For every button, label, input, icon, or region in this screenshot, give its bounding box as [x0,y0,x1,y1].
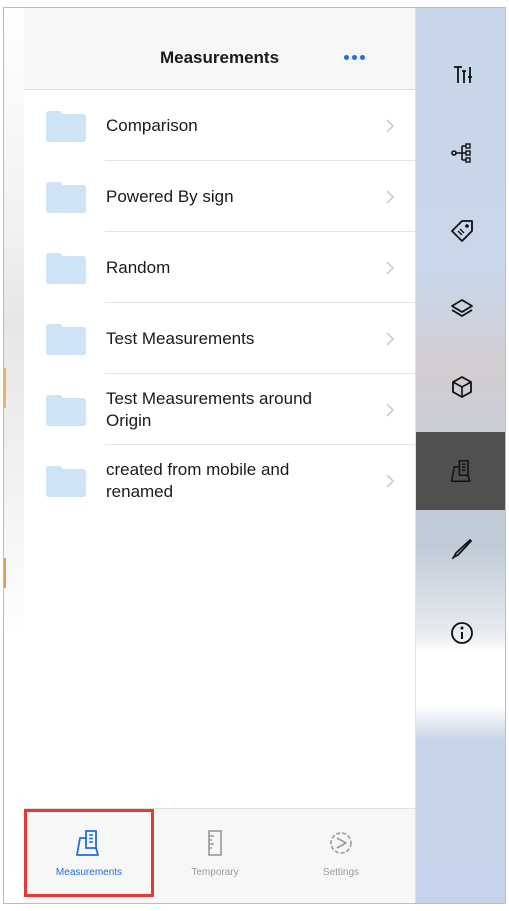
cube-icon [451,376,472,398]
folder-list: Comparison Powered By sign Random Test M… [24,90,415,516]
tab-label: Temporary [191,867,239,878]
list-item[interactable]: Random [24,232,415,303]
tab-temporary[interactable]: Temporary [152,809,278,903]
tree-icon [450,143,471,163]
folder-name: Test Measurements around Origin [106,388,312,430]
list-item[interactable]: created from mobile and renamed [24,445,415,516]
info-button[interactable] [416,594,505,672]
background-map-strip [4,8,24,903]
chevron-right-icon [386,402,395,417]
pen-icon [451,539,472,560]
filter-sort-icon [453,66,472,83]
chevron-right-icon [386,260,395,275]
chevron-right-icon [386,189,395,204]
folder-name: Test Measurements [106,328,255,348]
folder-icon [46,110,86,142]
more-dot-icon [359,54,365,60]
folder-name: Comparison [106,115,198,135]
folder-icon [46,394,86,426]
more-dot-icon [351,54,357,60]
measurements-panel: Measurements Comparison Powered By sign … [24,8,416,903]
layers-button[interactable] [416,270,505,348]
measurements-toolbar-button[interactable] [416,432,505,510]
chevron-right-icon [386,331,395,346]
folder-icon [46,252,86,284]
right-toolbar [416,8,505,903]
list-item[interactable]: Powered By sign [24,161,415,232]
tab-label: Settings [322,867,360,878]
pen-button[interactable] [416,510,505,588]
tab-label: Measurements [55,867,123,878]
tag-button[interactable] [416,192,505,270]
tab-measurements[interactable]: Measurements [26,809,152,903]
folder-name: created from mobile and renamed [106,459,290,501]
bottom-tab-bar: Measurements Temporary Settings [24,808,415,903]
folder-icon [46,465,86,497]
layers-icon [450,299,473,317]
more-options-button[interactable] [337,46,371,68]
cube-button[interactable] [416,348,505,426]
measurements-icon [450,459,470,483]
app-window: Measurements Comparison Powered By sign … [3,7,506,904]
folder-icon [46,181,86,213]
list-item[interactable]: Test Measurements around Origin [24,374,415,445]
chevron-right-icon [386,473,395,488]
info-icon [450,622,473,644]
panel-header: Measurements [24,8,415,90]
chevron-right-icon [386,118,395,133]
tag-icon [450,220,473,242]
settings-icon [330,832,352,854]
tab-settings[interactable]: Settings [278,809,404,903]
tree-button[interactable] [416,114,505,192]
filter-sort-button[interactable] [416,36,505,114]
folder-icon [46,323,86,355]
more-dot-icon [343,54,349,60]
ruler-icon [208,830,222,856]
list-item[interactable]: Test Measurements [24,303,415,374]
folder-name: Random [106,257,171,277]
measurements-icon [76,830,99,856]
folder-name: Powered By sign [106,186,234,206]
list-item[interactable]: Comparison [24,90,415,161]
